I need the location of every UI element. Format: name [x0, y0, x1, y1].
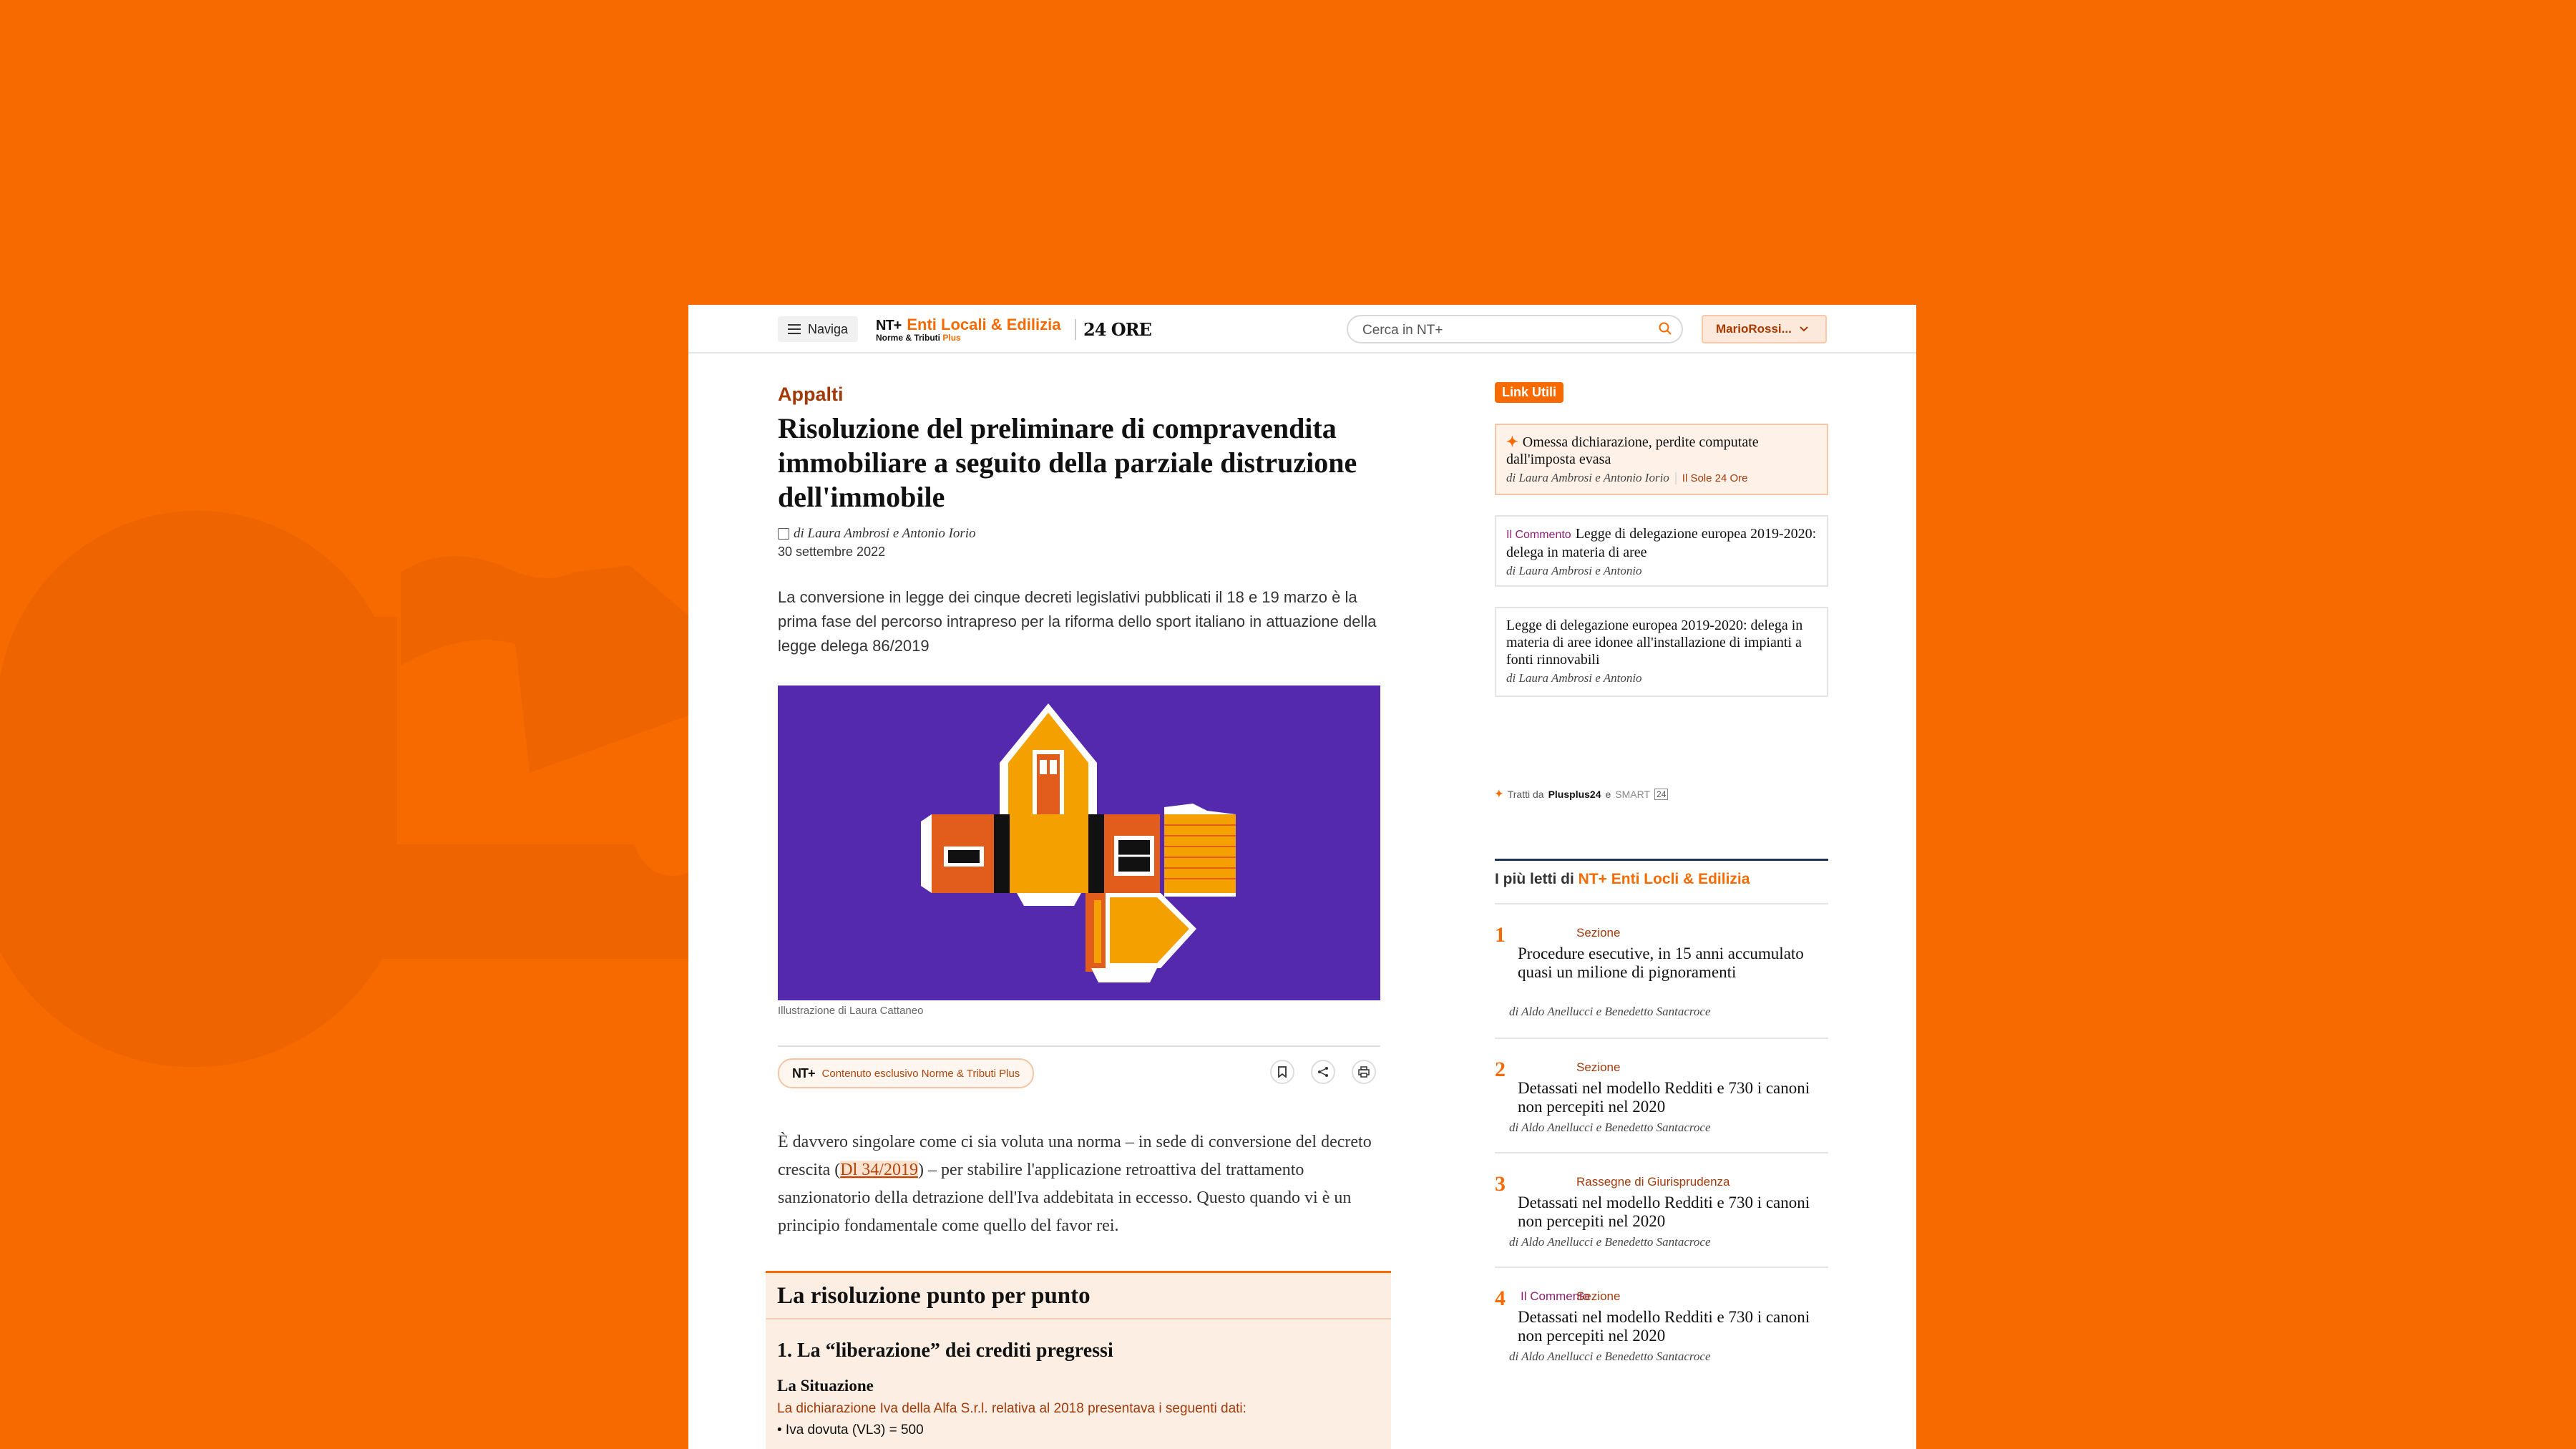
user-name: MarioRossi... [1716, 322, 1792, 336]
article-kicker[interactable]: Appalti [778, 384, 1382, 406]
sources-line: ✦ Tratti da Plusplus24 e SMART 24 [1495, 788, 1669, 800]
exclusive-text: Contenuto esclusivo Norme & Tributi Plus [821, 1067, 1020, 1080]
hero-illustration [778, 686, 1380, 1000]
author-icon [778, 528, 789, 540]
card-tag: Il Commento [1506, 529, 1571, 541]
smart-24-logo: 24 [1654, 788, 1669, 800]
bookmark-icon [1278, 1066, 1287, 1078]
image-caption: Illustrazione di Laura Cattaneo [778, 1005, 924, 1017]
box-subtitle: 1. La “liberazione” dei crediti pregress… [777, 1340, 1113, 1362]
article-title: Risoluzione del preliminare di compraven… [778, 412, 1357, 513]
card-authors: di Laura Ambrosi e Antonio Iorio [1506, 471, 1669, 484]
most-read-list: 1 Sezione Procedure esecutive, in 15 ann… [1495, 903, 1828, 1382]
useful-link-card[interactable]: Legge di delegazione europea 2019-2020: … [1495, 607, 1828, 697]
section-label: Sezione [1576, 926, 1621, 940]
section-label: Sezione [1576, 1289, 1621, 1303]
article-toolbar: NT+ Contenuto esclusivo Norme & Tributi … [778, 1047, 1380, 1090]
sole-24-ore-logo[interactable]: 24 ORE [1075, 319, 1152, 340]
plus-icon: ✦ [1506, 434, 1518, 450]
article-body: È davvero singolare come ci sia voluta u… [778, 1128, 1380, 1240]
top-navigation-bar: Naviga NT+ Enti Locali & Edilizia Norme … [688, 305, 1916, 353]
byline-text[interactable]: di Laura Ambrosi e Antonio Iorio [794, 526, 976, 542]
item-authors: di Aldo Anellucci e Benedetto Santacroce [1509, 1350, 1711, 1363]
useful-link-card[interactable]: ✦ Omessa dichiarazione, perdite computate… [1495, 424, 1828, 495]
menu-icon [788, 324, 801, 334]
item-title: Procedure esecutive, in 15 anni accumula… [1518, 945, 1804, 981]
most-read-heading: I più letti di NT+ Enti Locli & Edilizia [1495, 859, 1828, 888]
tratti-and: e [1605, 788, 1611, 800]
share-button[interactable] [1311, 1060, 1335, 1084]
item-authors: di Aldo Anellucci e Benedetto Santacroce [1509, 1121, 1711, 1134]
decree-link[interactable]: Dl 34/2019 [840, 1161, 918, 1179]
item-title: Detassati nel modello Redditi e 730 i ca… [1518, 1308, 1810, 1345]
useful-link-card[interactable]: Il Commento Legge di delegazione europea … [1495, 515, 1828, 587]
box-title: La risoluzione punto per punto [766, 1273, 1391, 1319]
print-button[interactable] [1352, 1060, 1376, 1084]
card-authors: di Laura Ambrosi e Antonio [1506, 671, 1642, 685]
nt-plus-logo: NT+ [792, 1065, 816, 1080]
article-summary: La conversione in legge dei cinque decre… [778, 588, 1377, 655]
nt-enti-locali-logo[interactable]: NT+ Enti Locali & Edilizia Norme & Tribu… [876, 316, 1061, 343]
card-title: Omessa dichiarazione, perdite computate … [1506, 434, 1759, 467]
summary-box: La risoluzione punto per punto 1. La “li… [766, 1271, 1391, 1449]
search-box[interactable] [1347, 315, 1683, 343]
rank-number: 4 [1495, 1287, 1506, 1310]
section-logo-text: Enti Locali & Edilizia [907, 316, 1061, 333]
sidebar: Link Utili ✦ Omessa dichiarazione, perdit… [1495, 382, 1828, 1363]
chevron-down-icon [1800, 326, 1808, 332]
tratti-prefix: Tratti da [1507, 788, 1544, 800]
most-read-brand: NT+ Enti Locli & Edilizia [1578, 871, 1750, 887]
share-icon [1318, 1067, 1328, 1077]
item-title: Detassati nel modello Redditi e 730 i ca… [1518, 1079, 1810, 1116]
article-byline: di Laura Ambrosi e Antonio Iorio [778, 526, 1382, 542]
plusplus24-logo: Plusplus24 [1548, 788, 1601, 800]
section-label: Rassegne di Giurisprudenza [1576, 1175, 1730, 1189]
search-input[interactable] [1361, 322, 1636, 339]
article-date: 30 settembre 2022 [778, 545, 886, 559]
bookmark-button[interactable] [1270, 1060, 1294, 1084]
rank-number: 2 [1495, 1058, 1506, 1081]
list-item[interactable]: 3 Rassegne di Giurisprudenza Detassati n… [1495, 1153, 1828, 1268]
list-item[interactable]: 4 Il Commento Sezione Detassati nel mode… [1495, 1268, 1828, 1382]
situation-heading: La Situazione [777, 1377, 874, 1395]
naviga-label: Naviga [808, 321, 849, 336]
most-read-prefix: I più letti di [1495, 871, 1574, 887]
exclusive-content-badge: NT+ Contenuto esclusivo Norme & Tributi … [778, 1058, 1035, 1088]
smart-logo: SMART [1615, 788, 1651, 800]
nt-plus-logo-text: NT+ [876, 318, 902, 333]
rank-number: 1 [1495, 923, 1506, 947]
article-page: Naviga NT+ Enti Locali & Edilizia Norme … [688, 305, 1916, 1449]
card-title: Legge di delegazione europea 2019-2020: … [1506, 618, 1803, 668]
print-icon [1358, 1066, 1370, 1078]
search-icon[interactable] [1659, 322, 1672, 335]
user-menu-button[interactable]: MarioRossi... [1702, 315, 1827, 343]
situation-line-2: • Iva dovuta (VL3) = 500 [777, 1423, 924, 1438]
house-papercraft-illustration [921, 703, 1236, 982]
list-item[interactable]: 2 Sezione Detassati nel modello Redditi … [1495, 1039, 1828, 1153]
plus-icon: ✦ [1495, 788, 1503, 799]
rank-number: 3 [1495, 1172, 1506, 1196]
card-source: Il Sole 24 Ore [1674, 472, 1748, 484]
situation-line-1: La dichiarazione Iva della Alfa S.r.l. r… [777, 1401, 1246, 1416]
link-utili-badge: Link Utili [1495, 382, 1563, 403]
section-label: Sezione [1576, 1060, 1621, 1074]
naviga-button[interactable]: Naviga [778, 316, 858, 342]
list-item[interactable]: 1 Sezione Procedure esecutive, in 15 ann… [1495, 904, 1828, 1039]
item-title: Detassati nel modello Redditi e 730 i ca… [1518, 1194, 1810, 1230]
item-authors: di Aldo Anellucci e Benedetto Santacroce [1509, 1005, 1711, 1018]
logo-subtitle: Norme & Tributi Plus [876, 333, 961, 343]
item-authors: di Aldo Anellucci e Benedetto Santacroce [1509, 1235, 1711, 1249]
article-main: Appalti Risoluzione del preliminare di c… [778, 384, 1382, 1240]
card-authors: di Laura Ambrosi e Antonio [1506, 564, 1642, 577]
